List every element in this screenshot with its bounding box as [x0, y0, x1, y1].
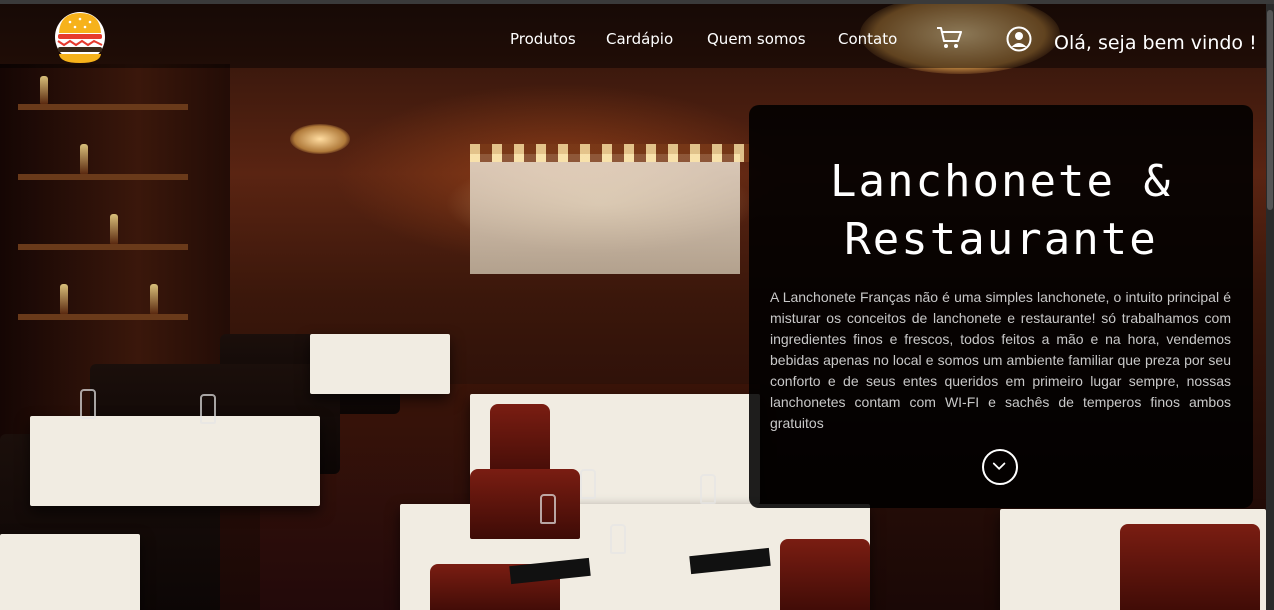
table — [310, 334, 450, 394]
chair — [780, 539, 870, 610]
wine-glass — [610, 524, 626, 554]
bottle — [110, 214, 118, 244]
nav-cardapio[interactable]: Cardápio — [606, 30, 673, 48]
cart-icon[interactable] — [936, 26, 962, 50]
wine-glass — [200, 394, 216, 424]
nav-quem-somos[interactable]: Quem somos — [707, 30, 806, 48]
chair — [470, 469, 580, 539]
shelf — [18, 104, 188, 110]
shelf — [18, 174, 188, 180]
scrollbar-thumb[interactable] — [1267, 10, 1273, 210]
table — [30, 416, 320, 506]
hero-title-line-2: Restaurante — [844, 214, 1158, 265]
welcome-greeting: Olá, seja bem vindo ! — [1054, 32, 1257, 54]
wine-glass — [580, 469, 596, 499]
chair — [1120, 524, 1260, 610]
wine-glass — [80, 389, 96, 419]
bar-window — [470, 154, 740, 274]
bottle — [150, 284, 158, 314]
hero-title-line-1: Lanchonete & — [830, 156, 1172, 207]
chevron-down-circle-icon[interactable] — [982, 449, 1018, 485]
user-circle-icon[interactable] — [1006, 26, 1032, 52]
table — [0, 534, 140, 610]
nav-produtos[interactable]: Produtos — [510, 30, 576, 48]
bar-lights — [470, 144, 750, 162]
top-navbar: Produtos Cardápio Quem somos Contato Olá… — [0, 4, 1266, 68]
wine-glass — [540, 494, 556, 524]
hero-description: A Lanchonete Franças não é uma simples l… — [770, 289, 1231, 431]
hero-card: Lanchonete & Restaurante A Lanchonete Fr… — [749, 105, 1253, 508]
wall-lamp — [290, 124, 350, 154]
nav-contato[interactable]: Contato — [838, 30, 897, 48]
bottle — [40, 76, 48, 104]
hero-title: Lanchonete & Restaurante — [749, 153, 1253, 269]
bottle — [60, 284, 68, 314]
shelf — [18, 314, 188, 320]
bottle — [80, 144, 88, 174]
burger-logo[interactable] — [55, 9, 105, 65]
shelf — [18, 244, 188, 250]
wine-glass — [700, 474, 716, 504]
